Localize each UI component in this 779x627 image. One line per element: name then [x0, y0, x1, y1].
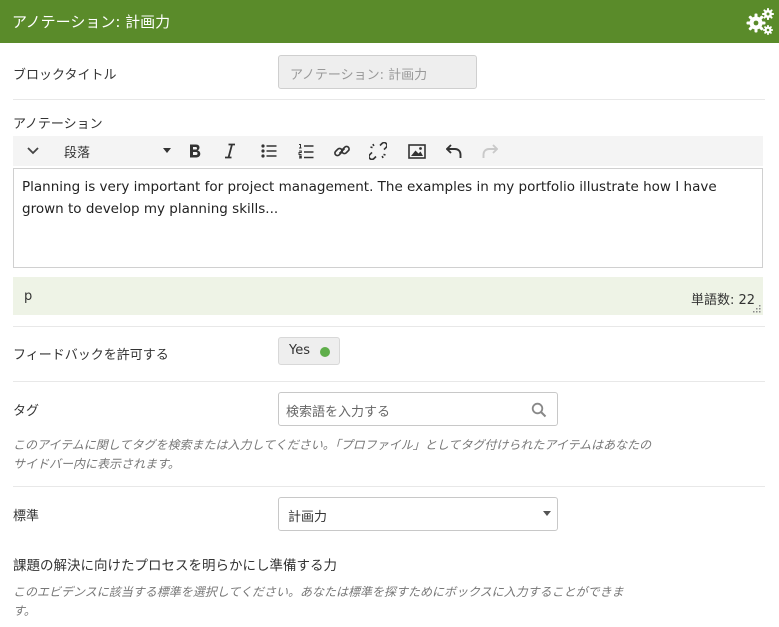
divider	[13, 326, 765, 327]
annotation-editor[interactable]: Planning is very important for project m…	[13, 168, 763, 268]
divider	[13, 99, 765, 100]
undo-icon[interactable]	[442, 136, 466, 166]
standard-help-line: このエビデンスに該当する標準を選択してください。あなたは標準を探すためにボックス…	[13, 585, 624, 599]
tags-help-line: サイドバー内に表示されます。	[13, 457, 180, 471]
redo-icon[interactable]	[478, 136, 502, 166]
tags-help-line: このアイテムに関してタグを検索または入力してください。「プロファイル」としてタグ…	[13, 438, 652, 452]
element-path[interactable]: p	[24, 289, 32, 304]
tag-search-input[interactable]: 検索語を入力する	[278, 392, 558, 426]
standard-help-line: す。	[13, 604, 36, 618]
search-icon	[531, 402, 547, 418]
resize-handle-icon[interactable]	[752, 304, 761, 313]
block-title-field: アノテーション: 計画力	[278, 55, 477, 89]
standard-label: 標準	[13, 509, 40, 524]
tags-label: タグ	[13, 404, 40, 419]
tag-search-placeholder: 検索語を入力する	[286, 405, 391, 420]
annotation-label: アノテーション	[13, 117, 103, 132]
unlink-icon[interactable]	[366, 136, 390, 166]
bold-icon[interactable]	[183, 136, 207, 166]
format-select[interactable]: 段落	[57, 136, 175, 166]
divider	[13, 381, 765, 382]
italic-icon[interactable]	[218, 136, 242, 166]
feedback-toggle-value: Yes	[289, 343, 310, 358]
feedback-toggle[interactable]: Yes	[278, 337, 340, 365]
feedback-label: フィードバックを許可する	[13, 348, 169, 363]
standard-description-title: 課題の解決に向けたプロセスを明らかにし準備する力	[13, 558, 337, 574]
panel-header: アノテーション: 計画力	[0, 0, 779, 43]
editor-toolbar: 段落	[13, 136, 763, 166]
tags-help-text: このアイテムに関してタグを検索または入力してください。「プロファイル」としてタグ…	[13, 436, 651, 474]
standard-help-text: このエビデンスに該当する標準を選択してください。あなたは標準を探すためにボックス…	[13, 583, 624, 621]
bullet-list-icon[interactable]	[257, 136, 281, 166]
block-title-label: ブロックタイトル	[13, 68, 117, 83]
format-select-value: 段落	[64, 145, 91, 161]
divider	[13, 486, 765, 487]
caret-down-icon	[543, 511, 551, 516]
numbered-list-icon[interactable]	[294, 136, 318, 166]
panel-title: アノテーション: 計画力	[12, 13, 171, 31]
editor-statusbar: p 単語数: 22	[13, 277, 763, 315]
gears-icon[interactable]	[745, 6, 775, 36]
link-icon[interactable]	[330, 136, 354, 166]
status-dot	[320, 347, 330, 357]
caret-down-icon	[163, 148, 171, 153]
image-icon[interactable]	[405, 136, 429, 166]
chevron-down-icon[interactable]	[21, 136, 45, 166]
word-count: 単語数: 22	[690, 293, 755, 308]
standard-select[interactable]: 計画力	[278, 497, 558, 531]
standard-select-value: 計画力	[288, 510, 328, 525]
